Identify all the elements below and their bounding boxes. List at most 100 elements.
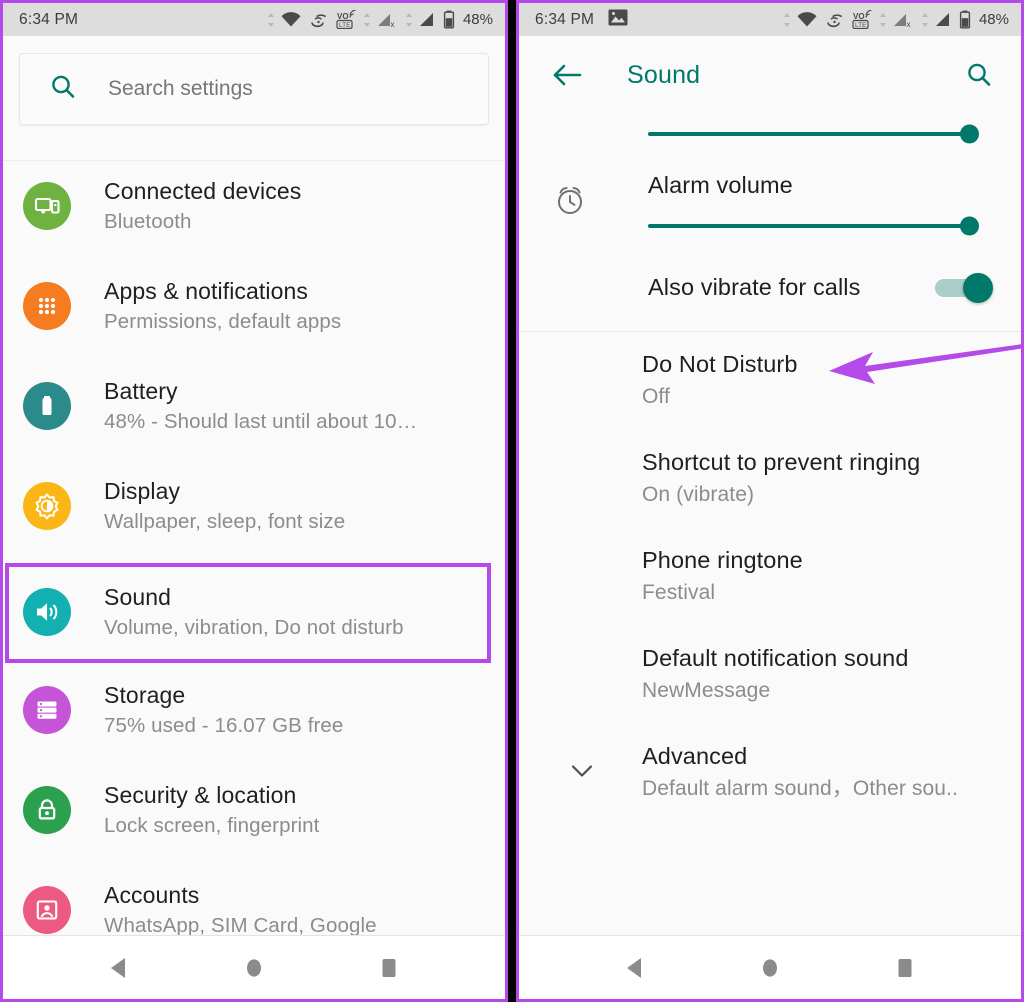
svg-text:VO: VO xyxy=(337,12,349,21)
battery-percentage: 48% xyxy=(978,11,1009,28)
search-icon[interactable] xyxy=(959,55,999,95)
slider-thumb[interactable] xyxy=(960,124,979,144)
search-placeholder: Search settings xyxy=(108,77,253,100)
app-bar: Sound xyxy=(519,36,1021,114)
sidebar-item-battery[interactable]: Battery 48% - Should last until about 10… xyxy=(3,361,505,461)
sound-settings-list[interactable]: Alarm volume Also vibrate for calls Do N… xyxy=(519,114,1021,935)
setting-row-advanced[interactable]: Advanced Default alarm sound，Other sou.. xyxy=(519,724,1021,822)
signal-bars-icon xyxy=(419,12,433,26)
item-title: Connected devices xyxy=(104,178,302,204)
item-title: Battery xyxy=(104,378,178,404)
item-subtitle: Lock screen, fingerprint xyxy=(104,814,320,838)
svg-text:LTE: LTE xyxy=(339,22,351,29)
item-title: Security & location xyxy=(104,782,297,808)
volte-lte-icon: VO LTE xyxy=(336,10,356,29)
sidebar-item-connected-devices[interactable]: Connected devices Bluetooth xyxy=(3,161,505,261)
sidebar-item-apps-notifications[interactable]: Apps & notifications Permissions, defaul… xyxy=(3,261,505,361)
sidebar-item-display[interactable]: Display Wallpaper, sleep, font size xyxy=(3,461,505,561)
wifi-icon xyxy=(797,11,817,26)
item-subtitle: 48% - Should last until about 10… xyxy=(104,410,418,434)
status-clock: 6:34 PM xyxy=(535,10,595,28)
item-text: Security & location Lock screen, fingerp… xyxy=(104,779,319,840)
navigation-bar-right[interactable] xyxy=(519,935,1021,999)
sidebar-item-accounts[interactable]: Accounts WhatsApp, SIM Card, Google xyxy=(3,865,505,935)
vibrate-label: Also vibrate for calls xyxy=(648,274,861,300)
row-title: Default notification sound xyxy=(642,645,909,671)
svg-text:VO: VO xyxy=(853,12,865,21)
sidebar-item-security-location[interactable]: Security & location Lock screen, fingerp… xyxy=(3,765,505,865)
account-icon xyxy=(23,886,71,934)
item-subtitle: Volume, vibration, Do not disturb xyxy=(104,616,404,640)
nav-back-icon[interactable] xyxy=(92,946,146,990)
item-subtitle: Wallpaper, sleep, font size xyxy=(104,510,346,534)
nav-recents-icon[interactable] xyxy=(362,946,416,990)
nav-back-icon[interactable] xyxy=(608,946,662,990)
nav-recents-icon[interactable] xyxy=(878,946,932,990)
battery-icon xyxy=(959,10,971,29)
search-icon xyxy=(48,72,78,107)
item-text: Battery 48% - Should last until about 10… xyxy=(104,375,417,436)
item-text: Apps & notifications Permissions, defaul… xyxy=(104,275,341,336)
dual-screenshot-container: 6:34 PM VO LTE x 48% Search settings Con… xyxy=(0,0,1024,1002)
search-input[interactable]: Search settings xyxy=(19,53,489,125)
partial-row-label: Network & internet xyxy=(104,139,277,140)
settings-list[interactable]: Network & internet Connected devices Blu… xyxy=(3,139,505,935)
right-phone-screen: 6:34 PM VO LTE x 48% Sound Alarm volume … xyxy=(516,0,1024,1002)
row-title: Phone ringtone xyxy=(642,547,803,573)
item-title: Storage xyxy=(104,682,186,708)
signal-no-service-icon: x xyxy=(893,13,910,29)
setting-row-do-not-disturb[interactable]: Do Not Disturb Off xyxy=(642,332,1021,430)
vibrate-toggle[interactable] xyxy=(935,272,993,303)
battery-icon xyxy=(443,10,455,29)
sidebar-item-sound[interactable]: Sound Volume, vibration, Do not disturb xyxy=(5,563,491,663)
alarm-volume-thumb[interactable] xyxy=(960,216,979,236)
svg-text:x: x xyxy=(390,20,394,29)
status-clock: 6:34 PM xyxy=(19,10,79,28)
item-subtitle: Permissions, default apps xyxy=(104,310,342,334)
volume-icon xyxy=(23,588,71,636)
toggle-thumb xyxy=(963,272,993,303)
updown-arrows-icon xyxy=(783,12,790,27)
media-volume-slider[interactable] xyxy=(519,114,1021,154)
wifi-calling-icon xyxy=(827,13,843,27)
svg-text:LTE: LTE xyxy=(855,22,867,29)
left-phone-screen: 6:34 PM VO LTE x 48% Search settings Con… xyxy=(0,0,508,1002)
alarm-volume-row[interactable]: Alarm volume xyxy=(519,154,1021,254)
partial-row-above[interactable]: Network & internet xyxy=(3,139,505,161)
nav-home-icon[interactable] xyxy=(227,946,281,990)
row-title: Do Not Disturb xyxy=(642,351,798,377)
setting-row-shortcut-prevent-ringing[interactable]: Shortcut to prevent ringing On (vibrate) xyxy=(642,430,1021,528)
signal-bars-icon xyxy=(935,12,949,26)
item-text: Storage 75% used - 16.07 GB free xyxy=(104,679,343,740)
item-subtitle: WhatsApp, SIM Card, Google xyxy=(104,914,377,935)
status-bar-left: 6:34 PM VO LTE x 48% xyxy=(3,3,505,36)
sidebar-item-storage[interactable]: Storage 75% used - 16.07 GB free xyxy=(3,665,505,765)
slider-track[interactable] xyxy=(648,124,979,144)
svg-text:x: x xyxy=(906,20,910,29)
photo-icon xyxy=(608,9,628,30)
item-text: Connected devices Bluetooth xyxy=(104,175,301,236)
battery-percentage: 48% xyxy=(462,11,493,28)
also-vibrate-for-calls-row[interactable]: Also vibrate for calls xyxy=(519,254,1021,332)
row-title: Advanced xyxy=(642,743,748,769)
connected-devices-icon xyxy=(23,182,71,230)
chevron-down-icon xyxy=(567,761,597,786)
item-text: Display Wallpaper, sleep, font size xyxy=(104,475,345,536)
row-title: Shortcut to prevent ringing xyxy=(642,449,921,475)
lock-icon xyxy=(23,786,71,834)
navigation-bar-left[interactable] xyxy=(3,935,505,999)
apps-grid-icon xyxy=(23,282,71,330)
page-title: Sound xyxy=(627,60,701,89)
back-arrow-icon[interactable] xyxy=(547,55,587,95)
nav-home-icon[interactable] xyxy=(743,946,797,990)
setting-row-default-notification-sound[interactable]: Default notification sound NewMessage xyxy=(642,626,1021,724)
status-bar-right: 6:34 PM VO LTE x 48% xyxy=(519,3,1021,36)
row-subtitle: Default alarm sound，Other sou.. xyxy=(642,777,958,801)
updown-arrows-icon-2 xyxy=(879,12,886,27)
status-icon-group: VO LTE x 48% xyxy=(783,10,1009,29)
setting-row-phone-ringtone[interactable]: Phone ringtone Festival xyxy=(642,528,1021,626)
item-text: Sound Volume, vibration, Do not disturb xyxy=(104,581,404,642)
status-icon-group: VO LTE x 48% xyxy=(267,10,493,29)
alarm-volume-track[interactable] xyxy=(648,216,979,236)
item-text: Accounts WhatsApp, SIM Card, Google xyxy=(104,879,377,935)
